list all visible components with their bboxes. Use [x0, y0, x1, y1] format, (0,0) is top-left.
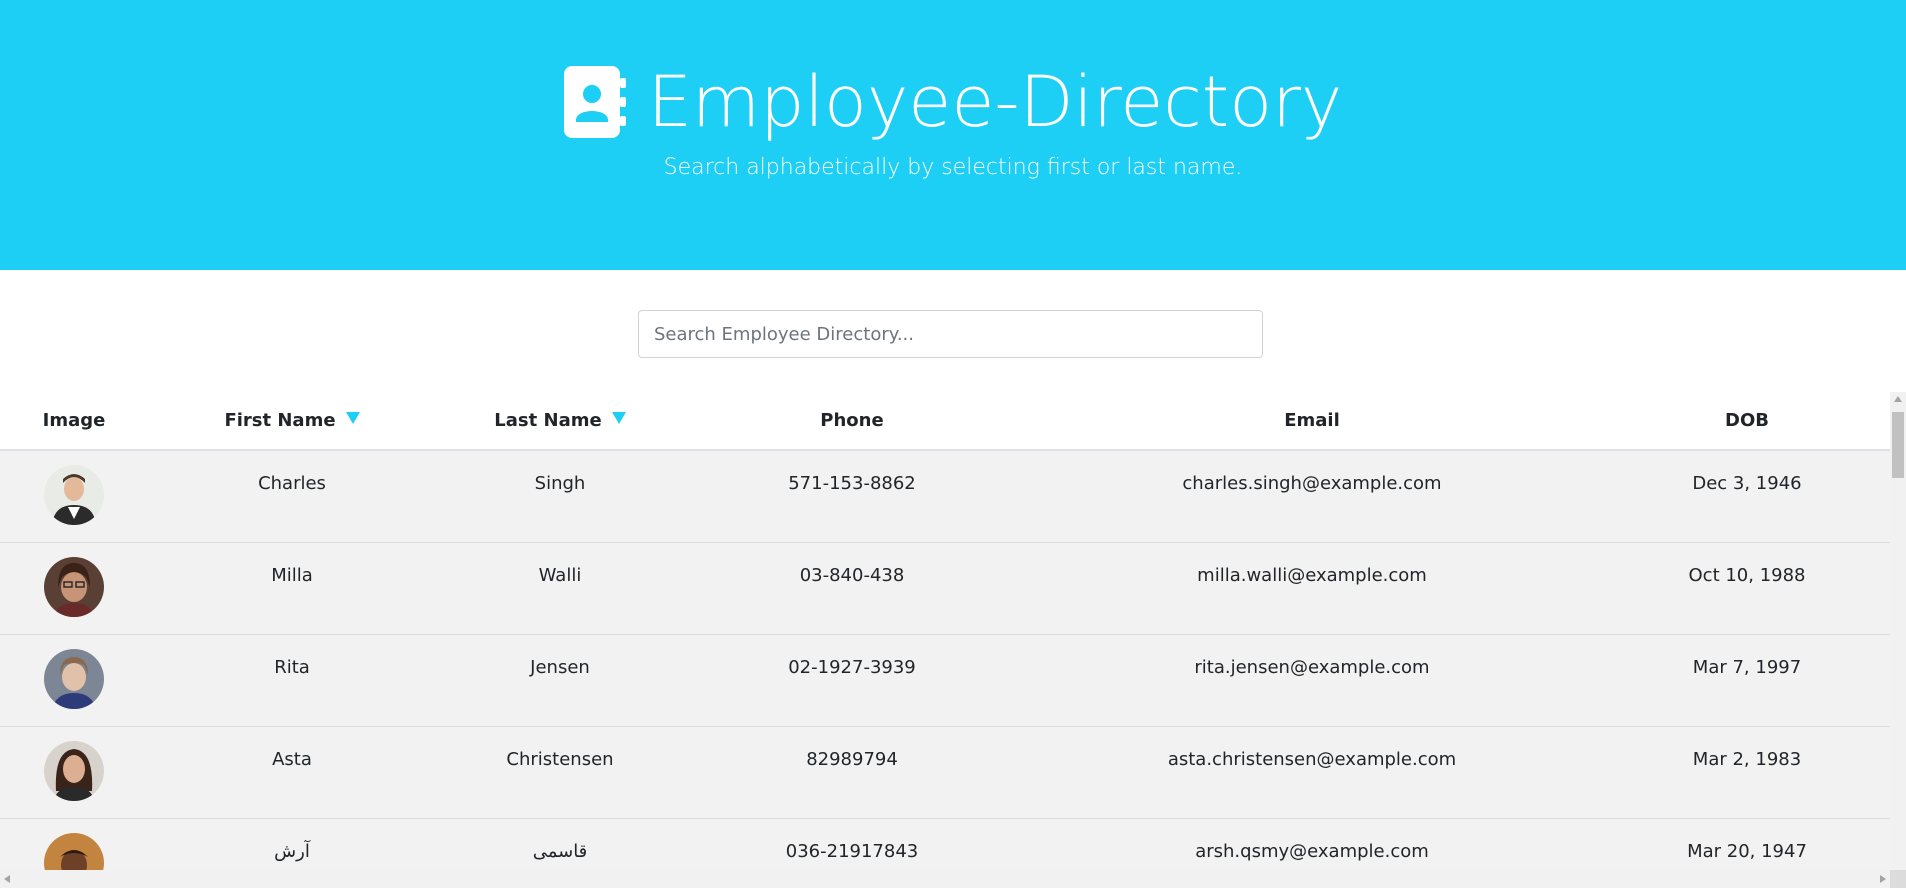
phone-cell: 82989794	[806, 748, 898, 770]
table-row: Rita Jensen 02-1927-3939 rita.jensen@exa…	[0, 634, 1890, 726]
dob-cell: Dec 3, 1946	[1692, 473, 1802, 494]
last-name-cell: Jensen	[530, 656, 590, 678]
dob-cell: Oct 10, 1988	[1688, 564, 1806, 586]
dob-cell: Mar 7, 1997	[1692, 656, 1802, 678]
email-cell: milla.walli@example.com	[1197, 564, 1427, 586]
scroll-up-icon[interactable]	[1894, 396, 1902, 402]
column-header-phone: Phone	[684, 392, 1020, 451]
scrollbar-thumb[interactable]	[1892, 412, 1904, 478]
image-cell	[0, 726, 148, 818]
first-name-cell: Milla	[271, 564, 313, 586]
table-body: Charles Singh 571-153-8862 charles.singh…	[0, 450, 1890, 870]
avatar	[44, 556, 104, 617]
table-row: Milla Walli 03-840-438 milla.walli@examp…	[0, 542, 1890, 634]
table-row: Charles Singh 571-153-8862 charles.singh…	[0, 450, 1890, 542]
image-cell	[0, 818, 148, 870]
scrollbar-corner	[1890, 870, 1906, 888]
avatar	[44, 465, 104, 525]
caret-down-icon[interactable]	[611, 412, 626, 424]
caret-down-icon[interactable]	[345, 412, 360, 424]
first-name-cell: Charles	[258, 473, 326, 494]
image-cell	[0, 450, 148, 542]
image-cell	[0, 542, 148, 634]
first-name-cell: Rita	[274, 656, 310, 678]
email-cell: charles.singh@example.com	[1182, 473, 1442, 494]
vertical-scrollbar[interactable]	[1890, 392, 1906, 870]
last-name-cell: Singh	[534, 473, 586, 494]
column-header-last-name[interactable]: Last Name	[436, 392, 684, 451]
last-name-cell: Christensen	[506, 748, 614, 770]
phone-cell: 02-1927-3939	[788, 656, 916, 678]
last-name-cell: قاسمی	[532, 840, 588, 862]
address-book-icon	[563, 66, 626, 138]
scroll-right-icon[interactable]	[1880, 875, 1886, 883]
employee-table: Image First Name Last Name Phone Email D…	[0, 392, 1890, 870]
email-cell: arsh.qsmy@example.com	[1195, 840, 1429, 862]
column-header-dob: DOB	[1604, 392, 1890, 451]
email-cell: asta.christensen@example.com	[1167, 748, 1457, 770]
last-name-cell: Walli	[538, 564, 582, 586]
phone-cell: 571-153-8862	[788, 473, 916, 494]
avatar	[44, 648, 104, 709]
employee-table-container: Image First Name Last Name Phone Email D…	[0, 392, 1890, 870]
page-title-row: Employee-Directory	[0, 60, 1906, 144]
phone-cell: 036-21917843	[785, 840, 919, 862]
table-row: آرش قاسمی 036-21917843 arsh.qsmy@example…	[0, 818, 1890, 870]
avatar	[44, 740, 104, 801]
avatar	[44, 832, 104, 870]
table-row: Asta Christensen 82989794 asta.christens…	[0, 726, 1890, 818]
image-cell	[0, 634, 148, 726]
dob-cell: Mar 20, 1947	[1687, 840, 1807, 862]
search-input[interactable]	[638, 310, 1263, 358]
page-subtitle: Search alphabetically by selecting first…	[663, 155, 1243, 180]
first-name-cell: Asta	[272, 748, 312, 770]
dob-cell: Mar 2, 1983	[1692, 748, 1802, 770]
column-header-email: Email	[1020, 392, 1604, 451]
phone-cell: 03-840-438	[799, 564, 905, 586]
horizontal-scrollbar[interactable]	[0, 870, 1890, 888]
email-cell: rita.jensen@example.com	[1194, 656, 1430, 678]
column-header-image: Image	[0, 392, 148, 451]
page-header: Employee-Directory Search alphabetically…	[0, 0, 1906, 270]
first-name-cell: آرش	[274, 840, 310, 862]
table-header: Image First Name Last Name Phone Email D…	[0, 392, 1890, 451]
column-header-first-name[interactable]: First Name	[148, 392, 436, 451]
page-title: Employee-Directory	[647, 61, 1343, 143]
search-container	[638, 310, 1263, 358]
scroll-left-icon[interactable]	[4, 875, 10, 883]
